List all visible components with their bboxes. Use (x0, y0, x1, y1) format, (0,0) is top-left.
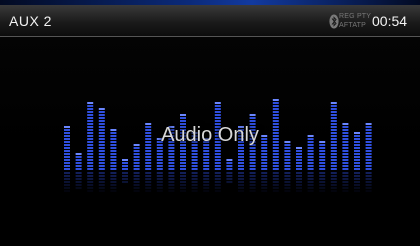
source-title: AUX 2 (9, 13, 52, 29)
visualizer-bar (296, 147, 302, 192)
clock: 00:54 (372, 13, 408, 29)
status-bar: AUX 2 REG PTY AFTATP 00:54 (0, 5, 420, 37)
visualizer-bar (98, 108, 105, 192)
af-indicator: AF (339, 22, 349, 29)
visualizer-bar (214, 102, 221, 192)
tp-indicator: TP (356, 22, 367, 29)
bluetooth-icon (329, 14, 339, 29)
visualizer-bar (319, 141, 326, 192)
audio-only-message: Audio Only (161, 124, 259, 146)
visualizer-bar (122, 159, 128, 183)
reg-indicator: REG (339, 13, 355, 20)
screen: AUX 2 REG PTY AFTATP 00:54 Audio Only (0, 0, 420, 246)
visualizer-bar (284, 141, 291, 192)
radio-indicators: REG PTY AFTATP (329, 11, 371, 33)
indicator-row-af-ta-tp: AFTATP (339, 22, 366, 30)
pty-indicator: PTY (356, 13, 372, 20)
visualizer-bar (226, 159, 233, 183)
visualizer-bar (133, 144, 140, 192)
visualizer-bar (87, 102, 94, 192)
ta-indicator: TA (348, 22, 357, 29)
visualizer-bar (330, 102, 337, 192)
visualizer-bar (75, 153, 82, 189)
indicator-row-reg-pty: REG PTY (339, 13, 371, 21)
